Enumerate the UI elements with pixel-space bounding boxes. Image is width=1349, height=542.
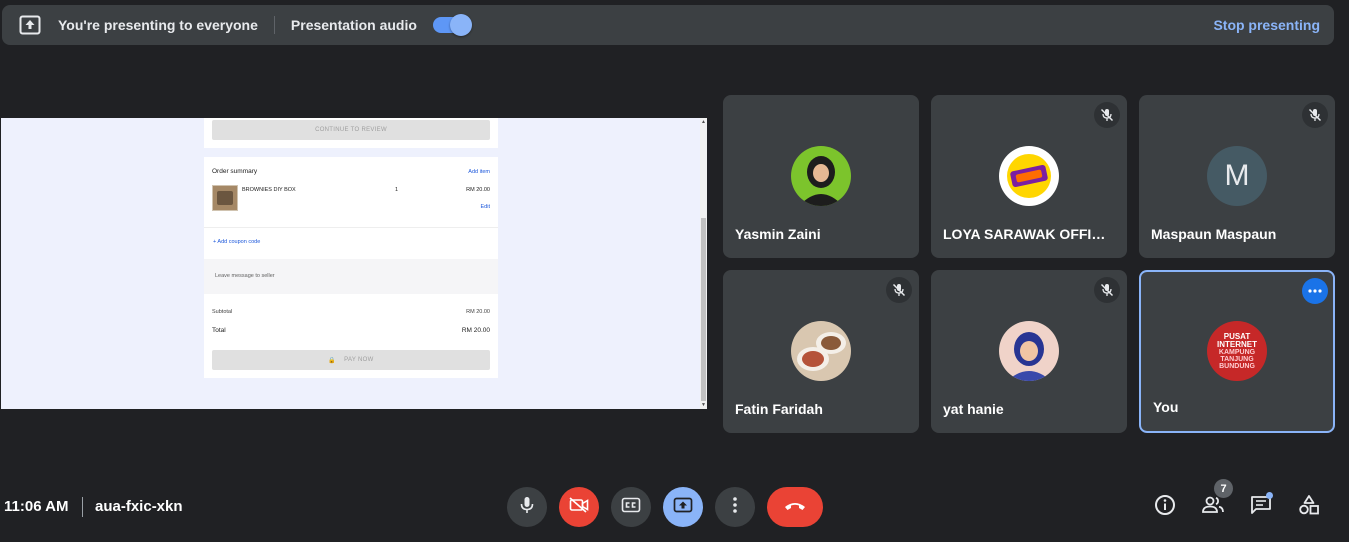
leave-message-field[interactable]: Leave message to seller (204, 259, 498, 294)
avatar-text: INTERNET (1217, 339, 1257, 349)
microphone-button[interactable] (507, 487, 547, 527)
participant-name: Maspaun Maspaun (1151, 226, 1277, 242)
avatar-text: TANJUNG (1220, 355, 1254, 363)
participant-name: yat hanie (943, 401, 1004, 417)
scroll-down-icon[interactable]: ▼ (701, 402, 706, 408)
scroll-up-icon[interactable]: ▲ (701, 119, 706, 125)
captions-button[interactable] (611, 487, 651, 527)
present-screen-icon (673, 497, 693, 518)
new-message-dot (1266, 492, 1273, 499)
order-summary-panel: Order summary Add item BROWNIES DIY BOX … (204, 157, 498, 378)
order-summary-title: Order summary (212, 168, 258, 175)
participant-count-badge: 7 (1214, 479, 1233, 498)
avatar: PUSAT INTERNET KAMPUNG TANJUNG BUNDUNG (1207, 321, 1267, 381)
end-call-icon (783, 498, 807, 516)
info-icon (1154, 494, 1176, 521)
divider (204, 227, 498, 228)
more-vert-icon (733, 496, 737, 518)
continue-to-review-button[interactable]: CONTINUE TO REVIEW (212, 120, 490, 140)
participant-name: Fatin Faridah (735, 401, 823, 417)
present-screen-icon (18, 13, 42, 37)
meeting-time: 11:06 AM (4, 498, 69, 515)
product-thumbnail (212, 185, 238, 211)
add-item-link[interactable]: Add item (468, 169, 490, 175)
avatar-text: BUNDUNG (1219, 362, 1255, 370)
leave-call-button[interactable] (767, 487, 823, 527)
avatar-text: KAMPUNG (1218, 348, 1256, 356)
presenting-banner: You're presenting to everyone Presentati… (2, 5, 1334, 45)
scrollbar[interactable] (700, 118, 707, 409)
subtotal-label: Subtotal (212, 309, 233, 315)
lock-icon: 🔒 (328, 357, 337, 364)
product-name: BROWNIES DIY BOX (242, 187, 296, 193)
present-now-button[interactable] (663, 487, 703, 527)
more-options-button[interactable] (715, 487, 755, 527)
bottom-divider (82, 497, 83, 517)
checkout-top-panel: CONTINUE TO REVIEW (204, 118, 498, 148)
camera-button[interactable] (559, 487, 599, 527)
participant-tile[interactable]: M Maspaun Maspaun (1139, 95, 1335, 258)
mic-off-icon (1302, 102, 1328, 128)
pay-now-button[interactable]: 🔒 PAY NOW (212, 350, 490, 370)
total-value: RM 20.00 (461, 327, 490, 334)
activities-button[interactable] (1296, 494, 1322, 520)
stop-presenting-button[interactable]: Stop presenting (1213, 17, 1320, 33)
participant-tile[interactable]: LOYA SARAWAK OFFICI… (931, 95, 1127, 258)
topbar-divider (273, 16, 275, 34)
closed-captions-icon (621, 497, 641, 518)
edit-item-link[interactable]: Edit (481, 204, 490, 210)
participant-name: Yasmin Zaini (735, 226, 821, 242)
meeting-code: aua-fxic-xkn (95, 498, 183, 515)
self-tile[interactable]: PUSAT INTERNET KAMPUNG TANJUNG BUNDUNG Y… (1139, 270, 1335, 433)
presenting-message: You're presenting to everyone (58, 17, 258, 33)
add-coupon-link[interactable]: + Add coupon code (213, 239, 260, 245)
product-price: RM 20.00 (466, 187, 490, 193)
subtotal-value: RM 20.00 (466, 309, 490, 315)
avatar (999, 146, 1059, 206)
activities-shapes-icon (1298, 494, 1320, 521)
participant-tile[interactable]: yat hanie (931, 270, 1127, 433)
pay-now-label: PAY NOW (344, 357, 374, 363)
total-label: Total (212, 327, 226, 334)
participant-tile[interactable]: Fatin Faridah (723, 270, 919, 433)
presentation-audio-label: Presentation audio (290, 17, 417, 33)
more-options-icon[interactable] (1302, 278, 1328, 304)
meeting-details-button[interactable] (1152, 494, 1178, 520)
participant-name: You (1153, 399, 1179, 415)
shared-screen: CONTINUE TO REVIEW Order summary Add ite… (1, 118, 707, 409)
leave-message-placeholder: Leave message to seller (215, 273, 275, 279)
avatar (999, 321, 1059, 381)
mic-off-icon (1094, 102, 1120, 128)
mic-off-icon (886, 277, 912, 303)
participant-name: LOYA SARAWAK OFFICI… (943, 226, 1115, 242)
toggle-knob (449, 14, 472, 36)
mic-icon (519, 496, 535, 519)
presentation-audio-toggle[interactable] (432, 14, 472, 36)
product-quantity: 1 (395, 187, 399, 193)
participant-tile[interactable]: Yasmin Zaini (723, 95, 919, 258)
avatar (791, 146, 851, 206)
camera-off-icon (569, 496, 589, 518)
scrollbar-thumb[interactable] (701, 218, 706, 401)
mic-off-icon (1094, 277, 1120, 303)
avatar (791, 321, 851, 381)
people-icon (1201, 496, 1225, 519)
avatar-initial: M (1207, 146, 1267, 206)
